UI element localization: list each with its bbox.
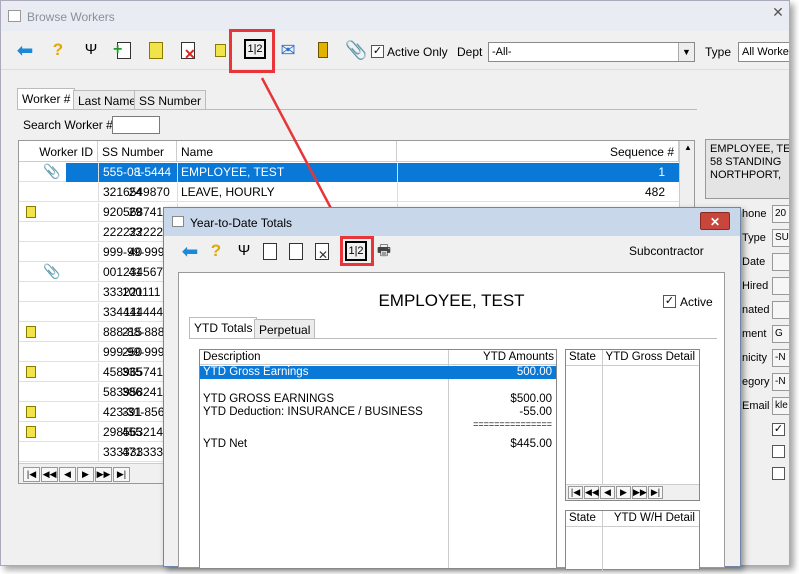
help-icon[interactable]: ? bbox=[206, 241, 226, 261]
ytd-line-desc: YTD Deduction: INSURANCE / BUSINESS bbox=[203, 406, 423, 418]
nav-prev-button[interactable]: ◀ bbox=[600, 486, 615, 499]
active-checkbox[interactable]: ✓ bbox=[663, 295, 676, 308]
col-ytd-wh-detail: YTD W/H Detail bbox=[613, 512, 695, 524]
printer-icon[interactable]: 🖶 bbox=[374, 241, 394, 261]
tab-ytd-totals[interactable]: YTD Totals bbox=[189, 317, 258, 339]
gross-detail-table: State YTD Gross Detail |◀ ◀◀ ◀ ▶ ▶▶ ▶| bbox=[565, 349, 700, 501]
subcontractor-label: Subcontractor bbox=[629, 244, 704, 258]
add-icon[interactable] bbox=[260, 241, 280, 261]
active-label: Active bbox=[680, 295, 713, 309]
wh-detail-table: State YTD W/H Detail bbox=[565, 510, 700, 571]
ytd-totals-dialog: Year-to-Date Totals ✕ ⬅ ? Ψ ✕ 1|2 🖶 Subc… bbox=[163, 207, 741, 571]
col-description: Description bbox=[203, 351, 261, 363]
ytd-line-amount: =============== bbox=[473, 419, 552, 429]
nav-last-button[interactable]: ▶| bbox=[648, 486, 663, 499]
nav-prev-page-button[interactable]: ◀◀ bbox=[584, 486, 599, 499]
ytd-table: Description YTD Amounts YTD Gross Earnin… bbox=[199, 349, 557, 569]
col-state: State bbox=[569, 512, 596, 524]
ytd-row-desc: YTD Gross Earnings bbox=[203, 366, 309, 378]
gross-nav-bar: |◀ ◀◀ ◀ ▶ ▶▶ ▶| bbox=[566, 484, 699, 500]
back-arrow-icon[interactable]: ⬅ bbox=[180, 242, 200, 262]
ytd-table-header: Description YTD Amounts bbox=[200, 350, 556, 365]
ytd-line-desc: YTD GROSS EARNINGS bbox=[203, 393, 334, 405]
ytd-selected-row[interactable]: YTD Gross Earnings 500.00 bbox=[200, 366, 556, 379]
ytd-button-highlight bbox=[340, 236, 374, 266]
ytd-line-amount: $500.00 bbox=[510, 393, 552, 405]
ytd-line-amount: $445.00 bbox=[510, 438, 552, 450]
dialog-title: Year-to-Date Totals bbox=[190, 216, 293, 230]
col-ytd-amounts: YTD Amounts bbox=[483, 351, 554, 363]
nav-first-button[interactable]: |◀ bbox=[568, 486, 583, 499]
dialog-close-button[interactable]: ✕ bbox=[700, 212, 730, 230]
dialog-icon bbox=[172, 216, 184, 227]
employee-name: EMPLOYEE, TEST bbox=[378, 291, 525, 310]
ytd-panel: EMPLOYEE, TEST ✓ Active YTD Totals Perpe… bbox=[178, 272, 725, 571]
col-state: State bbox=[569, 351, 596, 363]
col-ytd-gross-detail: YTD Gross Detail bbox=[605, 351, 695, 363]
tab-perpetual[interactable]: Perpetual bbox=[254, 319, 316, 339]
ytd-line-amount: -55.00 bbox=[519, 406, 552, 418]
delete-icon[interactable]: ✕ bbox=[312, 241, 332, 262]
ytd-row-amount: 500.00 bbox=[516, 366, 552, 378]
ytd-line-desc: YTD Net bbox=[203, 438, 248, 450]
dialog-title-bar: Year-to-Date Totals ✕ bbox=[164, 208, 740, 236]
nav-next-button[interactable]: ▶ bbox=[616, 486, 631, 499]
nav-next-page-button[interactable]: ▶▶ bbox=[632, 486, 647, 499]
edit-icon[interactable] bbox=[286, 241, 306, 261]
worker-tools-icon[interactable]: Ψ bbox=[234, 241, 254, 261]
